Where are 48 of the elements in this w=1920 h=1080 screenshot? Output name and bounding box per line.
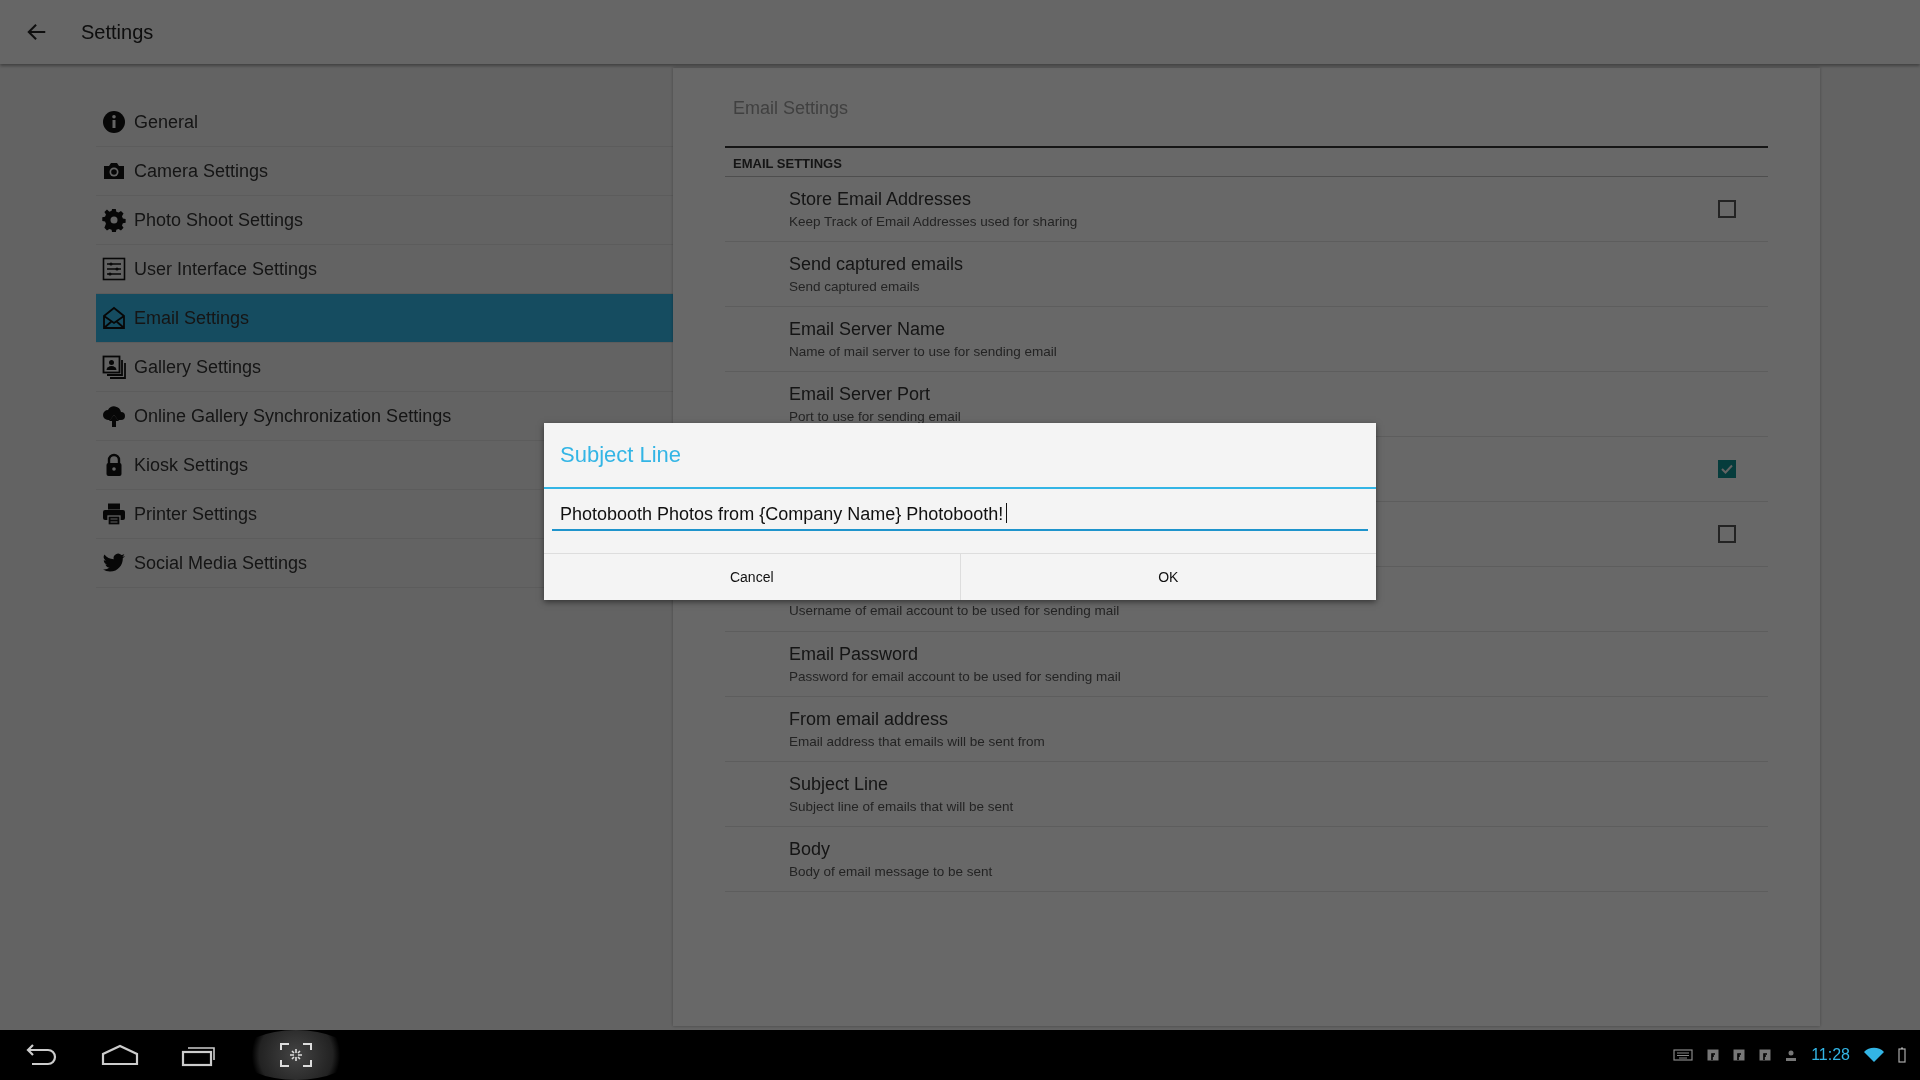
preference-summary: Body of email message to be sent [789, 862, 994, 880]
clock-time: 11:28 [1811, 1046, 1850, 1064]
wifi-icon [1864, 1047, 1884, 1063]
subject-input-field[interactable]: Photobooth Photos from {Company Name} Photobooth! [552, 501, 1368, 531]
preference-title[interactable]: Send captured emails [789, 253, 1736, 275]
sidebar-item[interactable]: Camera Settings [96, 147, 673, 196]
preference-summary: Send captured emails [789, 277, 921, 295]
section-header: EMAIL SETTINGS [725, 148, 1768, 177]
person-icon [1785, 1049, 1798, 1061]
check-icon [1720, 462, 1734, 476]
preference-summary: Name of mail server to use for sending email [789, 342, 1058, 360]
sliders-icon [102, 257, 126, 281]
home-icon[interactable] [100, 1042, 140, 1068]
preference-title[interactable]: Store Email Addresses [789, 188, 1718, 210]
preference-summary: Username of email account to be used for sending mail [789, 602, 1121, 619]
sidebar-item[interactable]: Gallery Settings [96, 343, 673, 392]
checkbox[interactable] [1718, 200, 1736, 218]
preference-title[interactable]: Subject Line [789, 773, 1736, 795]
preference-summary: Subject line of emails that will be sent [789, 797, 1015, 815]
preference-summary: Email address that emails will be sent from [789, 732, 1046, 750]
ok-button[interactable]: OK [959, 554, 1376, 600]
notification-icon [1759, 1049, 1772, 1061]
envelope-icon [102, 306, 126, 330]
sidebar-item[interactable]: Photo Shoot Settings [96, 196, 673, 245]
keyboard-icon [1673, 1049, 1694, 1061]
preference-title[interactable]: Email Password [789, 643, 1736, 665]
preference-title[interactable]: Email Server Port [789, 383, 1736, 405]
checkbox[interactable] [1718, 525, 1736, 543]
preference-title[interactable]: Email Server Name [789, 318, 1736, 340]
cloud-upload-icon [102, 404, 126, 428]
sidebar-item[interactable]: Email Settings [96, 294, 673, 343]
preference-summary: Keep Track of Email Addresses used for sharing [789, 212, 1079, 230]
screenshot-icon[interactable] [279, 1042, 313, 1068]
back-arrow-icon[interactable] [26, 21, 48, 43]
preference-title[interactable]: Body [789, 838, 1736, 860]
checkbox[interactable] [1718, 460, 1736, 478]
preference-summary: Password for email account to be used for sending mail [789, 667, 1122, 685]
info-icon [102, 110, 126, 134]
battery-icon [1898, 1047, 1906, 1063]
photo-stack-icon [102, 355, 126, 379]
preference-title[interactable]: From email address [789, 708, 1736, 730]
printer-icon [102, 502, 126, 526]
screen-title: Settings [81, 20, 154, 44]
notification-icon [1707, 1049, 1720, 1061]
preference-summary: Port to use for sending email [789, 407, 962, 425]
gear-icon [102, 208, 126, 232]
sidebar-item[interactable]: General [96, 98, 673, 147]
notification-icon [1733, 1049, 1746, 1061]
